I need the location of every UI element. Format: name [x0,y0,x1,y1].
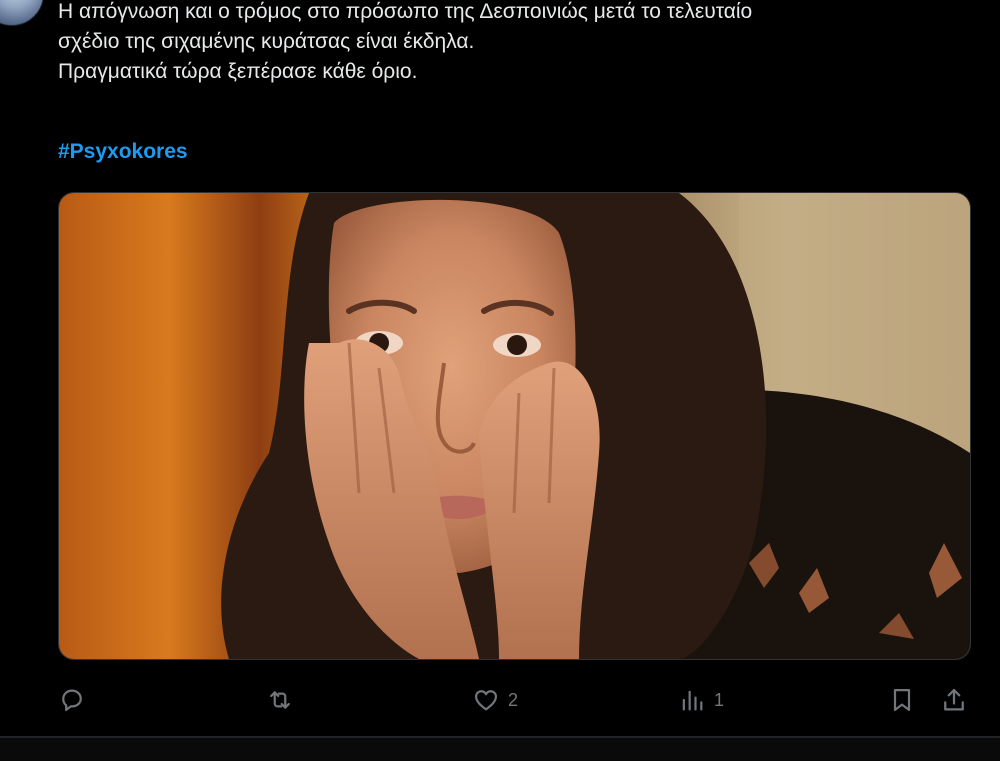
reply-button[interactable] [58,678,86,722]
tweet-text-line: Πραγματικά τώρα ξεπέρασε κάθε όριο. [58,60,418,83]
share-button[interactable] [940,678,968,722]
tweet-page: Η απόγνωση και ο τρόμος στο πρόσωπο της … [0,0,1000,761]
tweet-text-line: σχέδιο της σιχαμένης κυράτσας είναι έκδη… [58,30,475,53]
views-button[interactable]: 1 [678,678,724,722]
media-photo [59,193,970,659]
like-count: 2 [508,689,519,710]
tweet-text: Η απόγνωση και ο τρόμος στο πρόσωπο της … [58,0,978,87]
share-icon [944,688,964,711]
reply-icon [62,689,82,712]
views-icon [682,690,703,711]
hashtag-link[interactable]: #Psyxokores [58,137,188,167]
bottom-divider-bar [0,736,1000,761]
bookmark-button[interactable] [888,678,916,722]
bookmark-icon [893,688,911,712]
repost-button[interactable] [266,678,294,722]
tweet-media-image[interactable] [58,192,971,660]
repost-icon [270,691,290,709]
tweet-actions-bar: 2 1 [0,678,1000,722]
heart-icon [474,690,498,711]
like-button[interactable]: 2 [472,678,518,722]
tweet-text-line: Η απόγνωση και ο τρόμος στο πρόσωπο της … [58,0,753,23]
views-count: 1 [714,689,725,710]
avatar[interactable] [0,0,44,26]
